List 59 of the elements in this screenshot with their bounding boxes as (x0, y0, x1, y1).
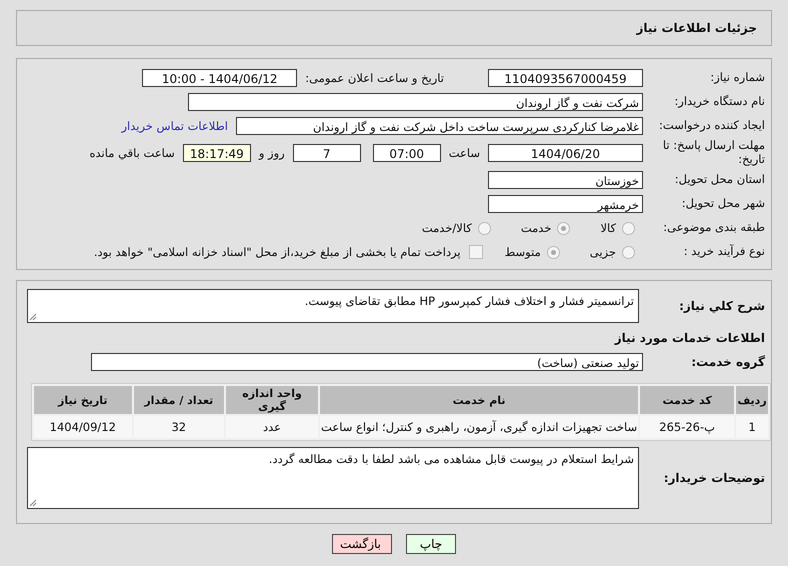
checkbox-label: پرداخت تمام یا بخشی از مبلغ خرید،از محل "اسناد خزانه اسلامی" خواهد بود. (94, 245, 461, 259)
table-cell: پ-26-265 (640, 416, 734, 438)
table-cell: ساخت تجهیزات اندازه گیری، آزمون، راهبری و کنترل؛ انواع ساعت (320, 416, 638, 438)
announce-date-field[interactable]: 1404/06/12 - 10:00 (142, 69, 298, 87)
description-textarea[interactable]: ترانسمیتر فشار و اختلاف فشار کمپرسور HP مطابق تقاضای پیوست. (27, 289, 639, 323)
column-header: ردیف (736, 386, 768, 414)
buyer-notes-textarea[interactable]: شرایط استعلام در پیوست قابل مشاهده می باشد لطفا با دقت مطالعه گردد. (27, 447, 639, 509)
field-label: نام دستگاه خریدار: (673, 95, 766, 109)
radio-label: کالا/خدمت (422, 221, 472, 235)
field-label: شرح کلي نياز: (678, 298, 766, 314)
province-field[interactable]: خوزستان (488, 171, 643, 189)
field-label: تاریخ و ساعت اعلان عمومی: (305, 71, 444, 85)
radio-button[interactable] (546, 246, 560, 258)
radio-button[interactable] (478, 222, 491, 234)
radio-button[interactable] (622, 222, 635, 234)
city-field[interactable]: خرمشهر (488, 195, 643, 213)
field-label: شهر محل تحویل: (680, 197, 766, 211)
table-cell: 1 (736, 416, 768, 438)
radio-label: جزیی (590, 245, 616, 259)
field-label: گروه خدمت: (690, 354, 766, 370)
days-field[interactable]: 7 (292, 144, 361, 162)
radio-label: متوسط (504, 245, 541, 259)
buyer-contact-link[interactable]: اطلاعات تماس خریدار (121, 119, 228, 133)
buyer-org-field[interactable]: شرکت نفت و گاز اروندان (188, 93, 643, 111)
resize-grip-icon[interactable] (29, 499, 37, 507)
field-label: ایجاد کننده درخواست: (658, 119, 766, 133)
table-cell: عدد (226, 416, 318, 438)
field-label: مهلت ارسال پاسخ: تا تاریخ: (662, 139, 766, 167)
table-cell: 1404/09/12 (34, 416, 132, 438)
column-header: نام خدمت (320, 386, 638, 414)
field-label: استان محل تحویل: (674, 173, 766, 187)
radio-label: کالا (600, 221, 616, 235)
field-label: ساعت باقي مانده (90, 146, 175, 160)
deadline-date-field[interactable]: 1404/06/20 (488, 144, 643, 162)
back-button[interactable]: بازگشت (332, 534, 392, 554)
page-title: جزئیات اطلاعات نیاز (636, 21, 757, 35)
column-header: کد خدمت (640, 386, 734, 414)
service-group-field[interactable]: تولید صنعتی (ساخت) (91, 353, 643, 371)
deadline-time-field[interactable]: 07:00 (372, 144, 441, 162)
field-label: طبقه بندی موضوعی: (662, 221, 766, 235)
field-label: شماره نیاز: (709, 71, 766, 85)
field-label: توضیحات خریدار: (662, 470, 766, 486)
field-label: نوع فرآیند خرید : (682, 245, 766, 259)
radio-button[interactable] (557, 222, 570, 234)
print-button[interactable]: چاپ (406, 534, 456, 554)
resize-grip-icon[interactable] (29, 313, 37, 321)
remaining-time-field[interactable]: 18:17:49 (182, 144, 251, 162)
column-header: تاریخ نیاز (34, 386, 132, 414)
radio-label: خدمت (520, 221, 552, 235)
section-heading: اطلاعات خدمات مورد نیاز (613, 330, 766, 347)
creator-field[interactable]: غلامرضا کنارکردی سرپرست ساخت داخل شرکت نفت و گاز اروندان (236, 117, 643, 135)
field-label: ساعت (448, 146, 480, 160)
table-cell: 32 (134, 416, 224, 438)
column-header: واحد اندازه گیری (226, 386, 318, 414)
column-header: تعداد / مقدار (134, 386, 224, 414)
need-number-field[interactable]: 1104093567000459 (488, 69, 643, 87)
radio-button[interactable] (622, 246, 635, 258)
checkbox[interactable] (468, 245, 483, 259)
field-label: روز و (258, 146, 285, 160)
